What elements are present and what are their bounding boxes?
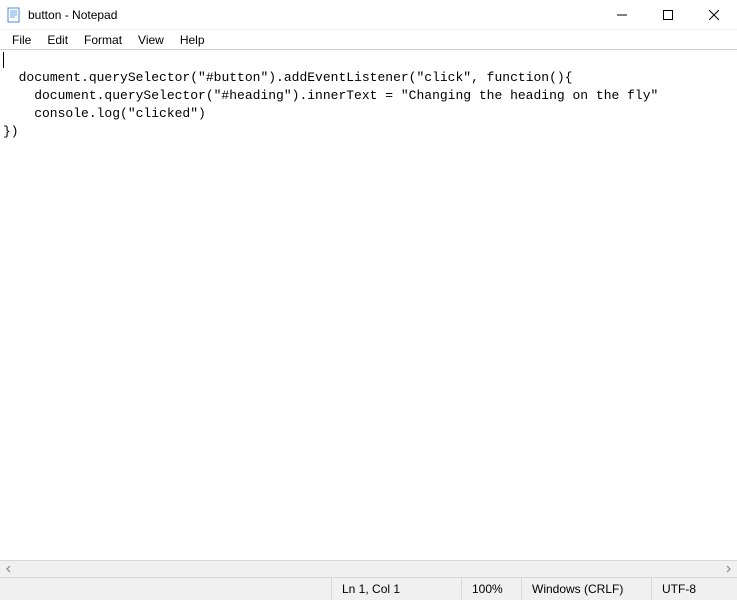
text-editor[interactable]: document.querySelector("#button").addEve… <box>0 50 737 560</box>
notepad-icon <box>6 7 22 23</box>
maximize-icon <box>663 10 673 20</box>
status-encoding: UTF-8 <box>652 578 737 600</box>
status-position: Ln 1, Col 1 <box>332 578 462 600</box>
minimize-icon <box>617 10 627 20</box>
status-zoom: 100% <box>462 578 522 600</box>
text-cursor <box>3 52 4 68</box>
maximize-button[interactable] <box>645 0 691 30</box>
close-button[interactable] <box>691 0 737 30</box>
close-icon <box>709 10 719 20</box>
scroll-left-icon[interactable] <box>2 562 16 576</box>
horizontal-scrollbar[interactable] <box>0 560 737 577</box>
menu-view[interactable]: View <box>130 31 172 49</box>
menu-help[interactable]: Help <box>172 31 213 49</box>
editor-content: document.querySelector("#button").addEve… <box>3 70 658 139</box>
minimize-button[interactable] <box>599 0 645 30</box>
status-spacer <box>0 578 332 600</box>
window-title: button - Notepad <box>28 8 599 22</box>
scroll-right-icon[interactable] <box>721 562 735 576</box>
titlebar: button - Notepad <box>0 0 737 30</box>
window-controls <box>599 0 737 29</box>
statusbar: Ln 1, Col 1 100% Windows (CRLF) UTF-8 <box>0 577 737 600</box>
menu-file[interactable]: File <box>4 31 39 49</box>
menubar: File Edit Format View Help <box>0 30 737 50</box>
menu-edit[interactable]: Edit <box>39 31 76 49</box>
menu-format[interactable]: Format <box>76 31 130 49</box>
status-line-ending: Windows (CRLF) <box>522 578 652 600</box>
